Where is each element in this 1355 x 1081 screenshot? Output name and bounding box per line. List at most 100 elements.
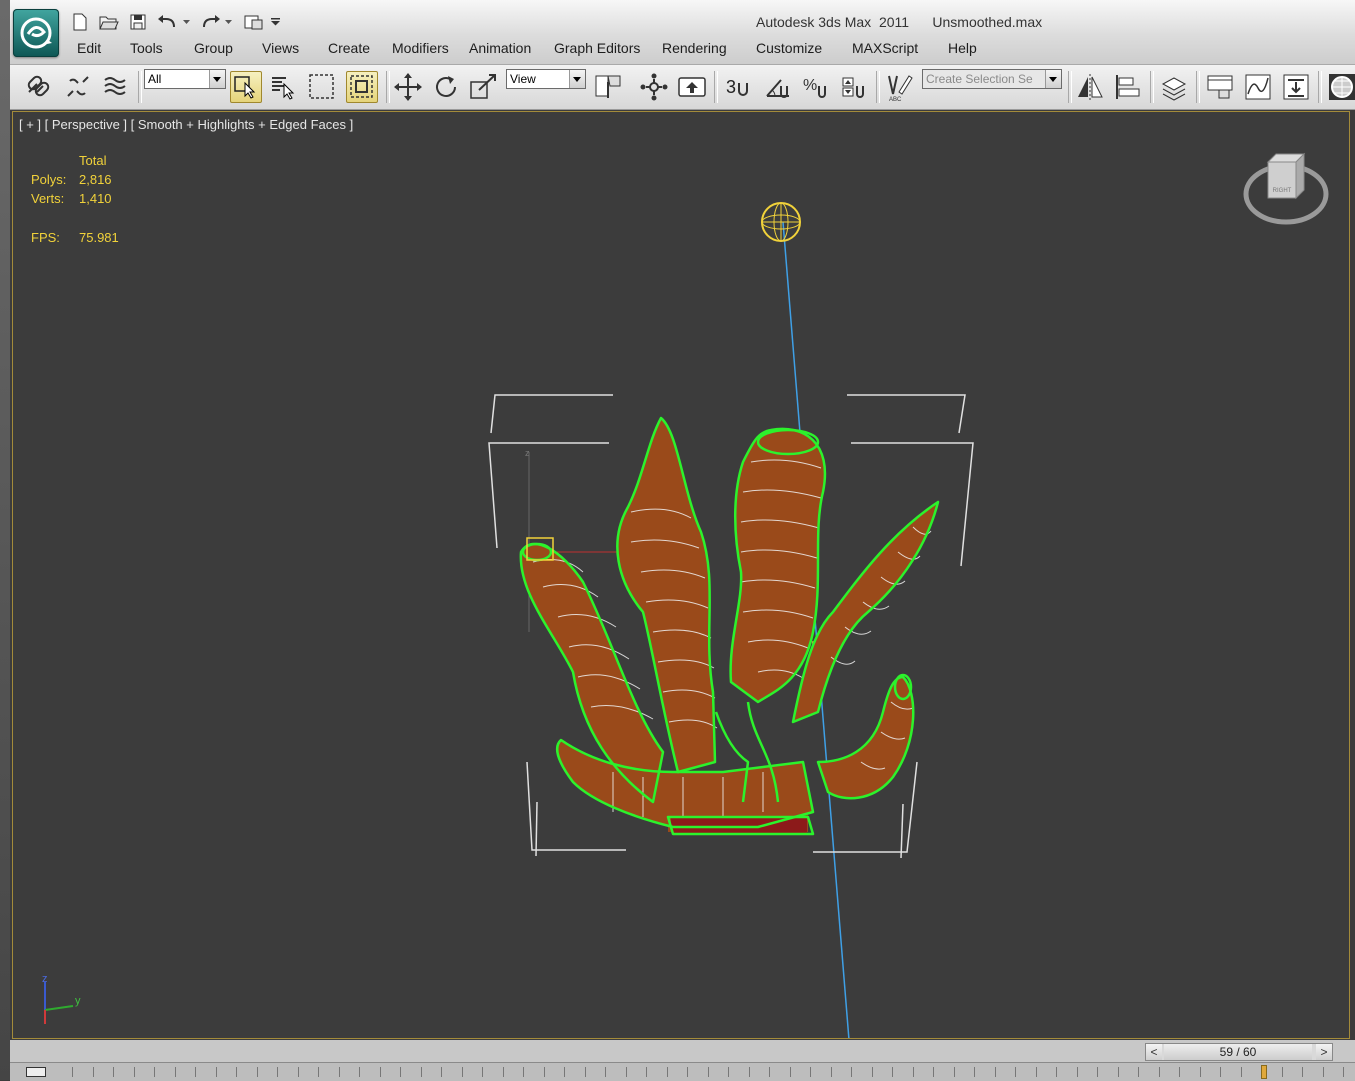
angle-snap-toggle-icon[interactable] bbox=[762, 71, 794, 103]
track-tick bbox=[1097, 1067, 1098, 1077]
align-icon[interactable] bbox=[1112, 71, 1144, 103]
curve-editor-icon[interactable] bbox=[1242, 71, 1274, 103]
reference-coordinate-dropdown[interactable]: View bbox=[506, 69, 586, 89]
named-selection-sets-dropdown[interactable]: Create Selection Se bbox=[922, 69, 1062, 89]
bind-to-space-warp-icon[interactable] bbox=[100, 71, 132, 103]
track-tick bbox=[769, 1067, 770, 1077]
select-by-name-icon[interactable] bbox=[268, 71, 300, 103]
unlink-selection-icon[interactable] bbox=[62, 71, 94, 103]
menu-create[interactable]: Create bbox=[328, 40, 370, 56]
track-tick bbox=[543, 1067, 545, 1077]
track-tick bbox=[420, 1067, 422, 1077]
select-and-rotate-icon[interactable] bbox=[430, 71, 462, 103]
undo-dropdown-icon[interactable] bbox=[182, 12, 192, 32]
track-tick bbox=[1138, 1067, 1139, 1077]
perspective-viewport[interactable]: [ + ] [ Perspective ] [ Smooth + Highlig… bbox=[12, 111, 1350, 1039]
track-tick bbox=[1343, 1067, 1344, 1077]
menu-animation[interactable]: Animation bbox=[469, 40, 531, 56]
use-pivot-point-center-icon[interactable] bbox=[592, 71, 624, 103]
new-file-icon[interactable] bbox=[70, 12, 90, 32]
track-tick bbox=[1015, 1067, 1016, 1077]
track-tick bbox=[400, 1067, 401, 1077]
menu-group[interactable]: Group bbox=[194, 40, 233, 56]
track-tick bbox=[277, 1067, 278, 1077]
track-tick bbox=[1179, 1067, 1180, 1077]
redo-dropdown-icon[interactable] bbox=[224, 12, 234, 32]
project-folder-icon[interactable] bbox=[242, 12, 266, 32]
toolbar-separator bbox=[386, 71, 390, 103]
next-frame-button[interactable]: > bbox=[1316, 1044, 1332, 1060]
gizmo-z-label: z bbox=[525, 448, 530, 458]
redo-icon[interactable] bbox=[198, 12, 222, 32]
select-and-link-icon[interactable] bbox=[22, 71, 54, 103]
viewcube[interactable]: RIGHT bbox=[1243, 152, 1329, 225]
material-editor-icon[interactable] bbox=[1326, 71, 1355, 103]
toolbar-separator bbox=[1150, 71, 1154, 103]
scene-canvas[interactable]: RIGHT z z y bbox=[13, 112, 1349, 1038]
menu-modifiers[interactable]: Modifiers bbox=[392, 40, 449, 56]
edit-named-selection-sets-icon[interactable]: ABC bbox=[884, 71, 916, 103]
time-slider[interactable]: < 59 / 60 > bbox=[1145, 1043, 1333, 1061]
spinner-snap-toggle-icon[interactable] bbox=[838, 71, 870, 103]
track-tick bbox=[687, 1067, 688, 1077]
window-crossing-icon[interactable] bbox=[346, 71, 378, 103]
track-tick bbox=[1302, 1067, 1303, 1077]
toolbar-separator bbox=[876, 71, 880, 103]
main-toolbar: All View 3 % ABC Create Selection Se bbox=[10, 65, 1355, 110]
track-tick bbox=[195, 1067, 196, 1077]
track-tick bbox=[851, 1067, 852, 1077]
menu-tools[interactable]: Tools bbox=[130, 40, 163, 56]
rectangular-selection-region-icon[interactable] bbox=[306, 71, 338, 103]
time-slider-thumb[interactable]: 59 / 60 bbox=[1164, 1044, 1312, 1060]
customize-quick-access-icon[interactable] bbox=[270, 12, 282, 32]
menu-views[interactable]: Views bbox=[262, 40, 299, 56]
toolbar-separator bbox=[1318, 71, 1322, 103]
track-tick bbox=[974, 1067, 975, 1077]
plant-mesh[interactable] bbox=[519, 416, 940, 836]
track-tick bbox=[236, 1067, 237, 1077]
snaps-toggle[interactable]: 3 bbox=[722, 71, 754, 103]
application-button[interactable] bbox=[13, 9, 59, 57]
save-file-icon[interactable] bbox=[128, 12, 148, 32]
track-tick bbox=[1117, 1067, 1119, 1077]
axis-y-label: y bbox=[75, 995, 81, 1007]
menu-customize[interactable]: Customize bbox=[756, 40, 822, 56]
track-tick bbox=[707, 1067, 709, 1077]
select-and-scale-icon[interactable] bbox=[468, 71, 500, 103]
graphite-modeling-tools-icon[interactable] bbox=[1204, 71, 1236, 103]
track-tick bbox=[666, 1067, 668, 1077]
track-tick bbox=[584, 1067, 586, 1077]
track-tick bbox=[338, 1067, 340, 1077]
selection-filter-dropdown[interactable]: All bbox=[144, 69, 226, 89]
track-tick bbox=[564, 1067, 565, 1077]
prev-frame-button[interactable]: < bbox=[1146, 1044, 1162, 1060]
current-frame-marker[interactable] bbox=[1261, 1065, 1267, 1079]
track-bar[interactable] bbox=[10, 1062, 1355, 1081]
track-tick bbox=[72, 1067, 73, 1077]
track-tick bbox=[441, 1067, 442, 1077]
track-tick bbox=[789, 1067, 791, 1077]
viewcube-face-label: RIGHT bbox=[1273, 188, 1292, 194]
snaps-toggle-label: 3 bbox=[725, 76, 736, 97]
track-tick bbox=[810, 1067, 811, 1077]
menu-rendering[interactable]: Rendering bbox=[662, 40, 727, 56]
world-axis-tripod: z y bbox=[42, 973, 81, 1024]
open-file-icon[interactable] bbox=[98, 12, 120, 32]
keyboard-shortcut-override-icon[interactable] bbox=[676, 71, 708, 103]
menu-graph-editors[interactable]: Graph Editors bbox=[554, 40, 640, 56]
menu-help[interactable]: Help bbox=[948, 40, 977, 56]
3dsmax-logo-icon bbox=[20, 17, 52, 49]
mini-curve-editor-toggle-icon[interactable] bbox=[26, 1067, 46, 1077]
percent-snap-toggle-icon[interactable]: % bbox=[800, 71, 832, 103]
left-frame bbox=[0, 0, 10, 1080]
select-object-icon[interactable] bbox=[230, 71, 262, 103]
mirror-icon[interactable] bbox=[1074, 71, 1106, 103]
undo-icon[interactable] bbox=[156, 12, 180, 32]
select-and-manipulate-icon[interactable] bbox=[638, 71, 670, 103]
select-and-move-icon[interactable] bbox=[392, 71, 424, 103]
layer-manager-icon[interactable] bbox=[1158, 71, 1190, 103]
schematic-view-icon[interactable] bbox=[1280, 71, 1312, 103]
menu-edit[interactable]: Edit bbox=[77, 40, 101, 56]
light-object-icon[interactable] bbox=[761, 202, 801, 242]
menu-maxscript[interactable]: MAXScript bbox=[852, 40, 918, 56]
